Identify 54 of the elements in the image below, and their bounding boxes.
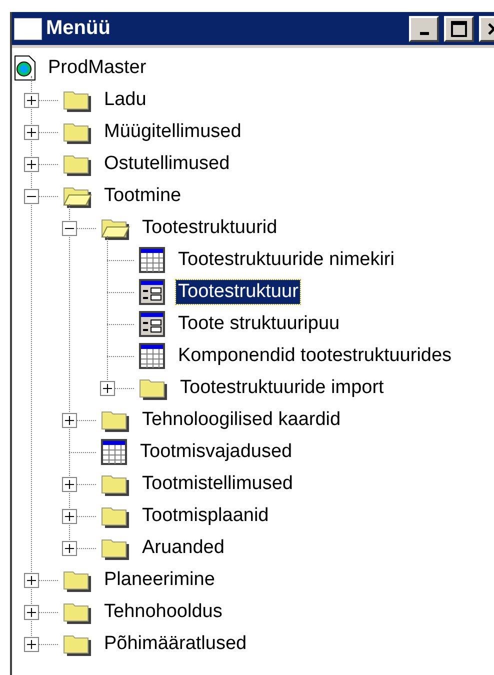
tree-item[interactable]: Ostutellimused	[102, 152, 232, 176]
tree-item[interactable]: Põhimääratlused	[102, 632, 249, 656]
tree-item[interactable]: Tootestruktuuride nimekiri	[176, 248, 396, 272]
expand-button[interactable]	[100, 380, 115, 396]
minimize-icon	[420, 32, 428, 35]
plus-icon	[65, 416, 74, 424]
tree-item[interactable]: Tootmisplaanid	[140, 504, 271, 528]
plus-icon	[27, 96, 36, 104]
expand-button[interactable]	[24, 604, 39, 620]
tree-item[interactable]: Tootestruktuuride import	[178, 376, 386, 400]
collapse-button[interactable]	[62, 220, 77, 236]
tree-item[interactable]: Komponendid tootestruktuurides	[176, 344, 454, 368]
tree-item[interactable]: Tehnoloogilised kaardid	[140, 408, 343, 432]
plus-icon	[27, 576, 36, 584]
plus-icon	[27, 160, 36, 168]
tree-item[interactable]: Ladu	[102, 88, 148, 112]
table-icon	[138, 246, 166, 274]
expand-button[interactable]	[62, 412, 77, 428]
maximize-button[interactable]	[444, 16, 474, 42]
expand-button[interactable]	[62, 540, 77, 556]
expand-button[interactable]	[24, 124, 39, 140]
minimize-button[interactable]	[409, 16, 439, 42]
tree-item[interactable]: Tootestruktuurid	[140, 216, 280, 240]
tree-item[interactable]: Toote struktuuripuu	[176, 312, 342, 336]
tree-item[interactable]: Tootmistellimused	[140, 472, 295, 496]
plus-icon	[103, 384, 112, 392]
tree-item[interactable]: Tootestruktuur	[176, 280, 300, 304]
tree-item[interactable]: ProdMaster	[46, 56, 148, 80]
plus-icon	[65, 544, 74, 552]
table-icon	[100, 438, 128, 466]
form-icon	[138, 278, 166, 306]
window-icon	[14, 18, 42, 40]
expand-button[interactable]	[24, 156, 39, 172]
form-icon	[138, 310, 166, 338]
expand-button[interactable]	[62, 508, 77, 524]
tree-item[interactable]: Tootmisvajadused	[138, 440, 294, 464]
tree-item[interactable]: Tehnohooldus	[102, 600, 224, 624]
plus-icon	[65, 480, 74, 488]
plus-icon	[65, 512, 74, 520]
tree-item[interactable]: Tootmine	[102, 184, 184, 208]
collapse-button[interactable]	[24, 188, 39, 204]
maximize-icon	[451, 20, 467, 36]
expand-button[interactable]	[24, 92, 39, 108]
table-icon	[138, 342, 166, 370]
tree-item[interactable]: Aruanded	[140, 536, 226, 560]
tree-item[interactable]: Müügitellimused	[102, 120, 244, 144]
window-title: Menüü	[46, 17, 112, 40]
plus-icon	[27, 128, 36, 136]
plus-icon	[27, 640, 36, 648]
plus-icon	[27, 608, 36, 616]
expand-button[interactable]	[62, 476, 77, 492]
tree-item[interactable]: Planeerimine	[102, 568, 217, 592]
expand-button[interactable]	[24, 572, 39, 588]
expand-button[interactable]	[24, 636, 39, 652]
